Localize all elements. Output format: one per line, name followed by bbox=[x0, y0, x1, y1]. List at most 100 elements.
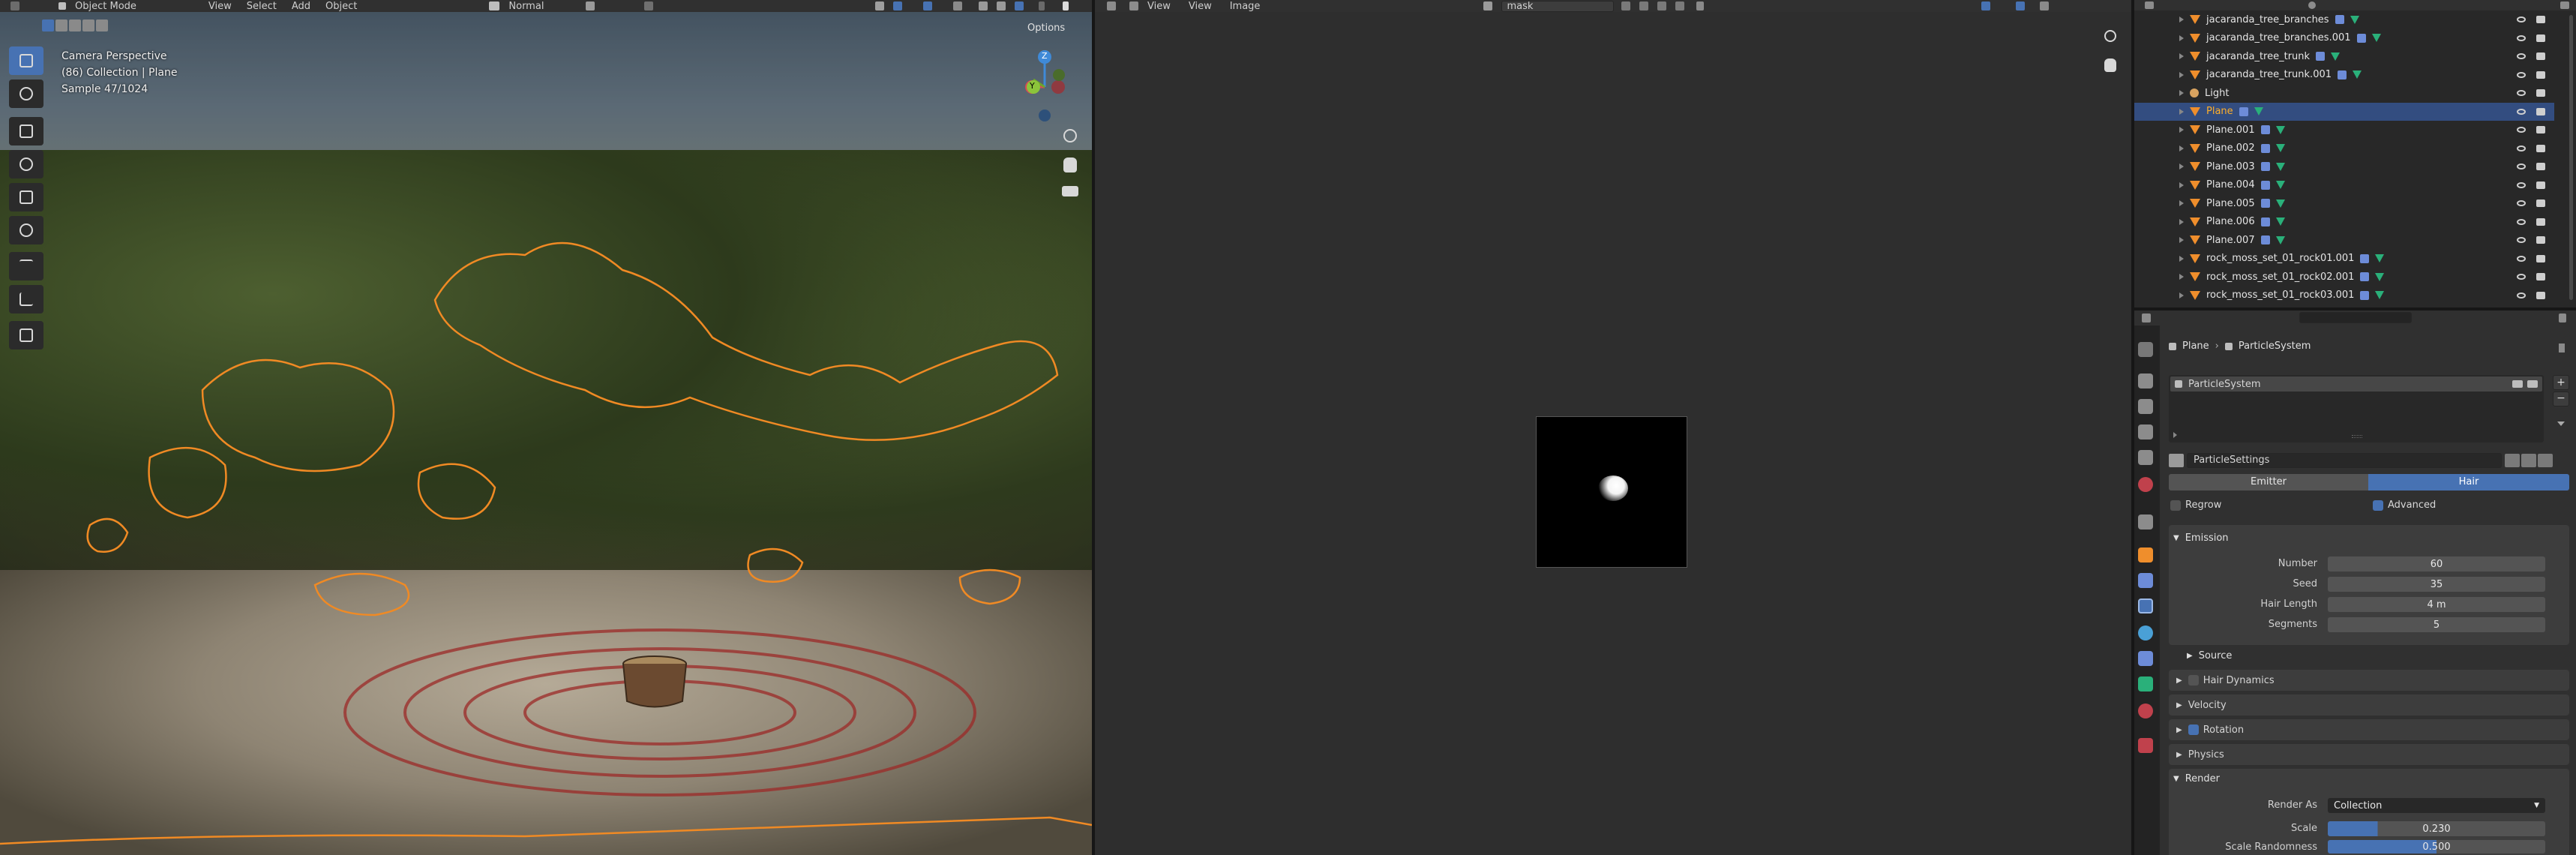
measure-tool[interactable] bbox=[9, 285, 43, 314]
render-camera-icon[interactable] bbox=[2536, 107, 2545, 116]
outliner-row[interactable]: jacaranda_tree_trunk bbox=[2134, 47, 2554, 66]
data-tab-icon[interactable] bbox=[2138, 676, 2153, 692]
visibility-eye-icon[interactable] bbox=[2517, 16, 2526, 23]
particles-tab-icon[interactable] bbox=[2138, 598, 2153, 614]
image-editor[interactable]: View View Image mask bbox=[1095, 0, 2131, 855]
expand-chevron-icon[interactable] bbox=[2179, 182, 2184, 188]
view-object-types-icon[interactable] bbox=[875, 2, 885, 10]
list-specials-icon[interactable] bbox=[2557, 422, 2565, 426]
render-panel-header[interactable]: ▼ Render bbox=[2173, 768, 2563, 789]
particle-settings-browse-icon[interactable] bbox=[2169, 454, 2184, 467]
select-subtract-icon[interactable] bbox=[69, 20, 81, 32]
unlink-settings-icon[interactable] bbox=[2538, 454, 2553, 467]
mesh-data-icon[interactable] bbox=[2375, 272, 2385, 281]
render-camera-icon[interactable] bbox=[2536, 70, 2545, 79]
visibility-eye-icon[interactable] bbox=[2517, 53, 2526, 60]
particle-settings-name-field[interactable]: ParticleSettings bbox=[2187, 453, 2502, 468]
modifier-icon[interactable] bbox=[2360, 254, 2370, 263]
modifier-icon[interactable] bbox=[2260, 217, 2270, 226]
mesh-data-icon[interactable] bbox=[2275, 218, 2285, 226]
select-invert-icon[interactable] bbox=[82, 20, 94, 32]
render-camera-icon[interactable] bbox=[2536, 89, 2545, 98]
open-image-icon[interactable] bbox=[1657, 2, 1667, 10]
hair-dynamics-panel[interactable]: ▶ Hair Dynamics bbox=[2169, 670, 2569, 691]
visibility-eye-icon[interactable] bbox=[2517, 200, 2526, 207]
type-tab-emitter[interactable]: Emitter bbox=[2169, 474, 2368, 490]
expand-chevron-icon[interactable] bbox=[2179, 218, 2184, 225]
image-pan-icon[interactable] bbox=[2104, 58, 2116, 72]
image-editor-type-icon[interactable] bbox=[1107, 2, 1116, 10]
shading-material-icon[interactable] bbox=[997, 2, 1006, 10]
outliner-row[interactable]: Plane bbox=[2134, 102, 2554, 121]
mesh-data-icon[interactable] bbox=[2353, 70, 2362, 80]
expand-chevron-icon[interactable] bbox=[2179, 274, 2184, 280]
cursor-tool[interactable] bbox=[9, 80, 43, 108]
modifier-icon[interactable] bbox=[2335, 15, 2344, 25]
outliner-row[interactable]: rock_moss_set_01_rock02.001 bbox=[2134, 268, 2554, 286]
object-tab-icon[interactable] bbox=[2138, 548, 2153, 562]
outliner-row[interactable]: Plane.005 bbox=[2134, 194, 2554, 213]
hair-dynamics-check-icon[interactable] bbox=[2188, 675, 2199, 686]
outliner-row[interactable]: jacaranda_tree_branches bbox=[2134, 10, 2554, 29]
expand-chevron-icon[interactable] bbox=[2179, 53, 2184, 60]
mask-image-canvas[interactable] bbox=[1536, 416, 1687, 568]
properties-search-field[interactable] bbox=[2299, 312, 2412, 323]
move-tool[interactable] bbox=[9, 117, 43, 146]
visibility-eye-icon[interactable] bbox=[2517, 71, 2526, 78]
regrow-checkbox[interactable]: Regrow bbox=[2170, 500, 2221, 511]
output-tab-icon[interactable] bbox=[2138, 399, 2153, 414]
texture-tab-icon[interactable] bbox=[2138, 738, 2153, 753]
mesh-data-icon[interactable] bbox=[2350, 15, 2359, 24]
visibility-eye-icon[interactable] bbox=[2517, 255, 2526, 262]
camera-view-icon[interactable] bbox=[1062, 186, 1078, 196]
add-particle-system-button[interactable]: + bbox=[2553, 375, 2569, 390]
expand-chevron-icon[interactable] bbox=[2179, 292, 2184, 298]
fake-user-icon[interactable] bbox=[1621, 2, 1631, 10]
shading-options-icon[interactable] bbox=[1039, 2, 1045, 10]
visibility-eye-icon[interactable] bbox=[2517, 292, 2526, 298]
render-camera-icon[interactable] bbox=[2536, 144, 2545, 152]
render-camera-icon[interactable] bbox=[2536, 126, 2545, 134]
image-browse-icon[interactable] bbox=[1483, 2, 1493, 10]
render-camera-icon[interactable] bbox=[2536, 273, 2545, 281]
overlay-toggle-icon[interactable] bbox=[923, 2, 933, 10]
image-overlay-icon[interactable] bbox=[2040, 2, 2050, 10]
rotation-check-icon[interactable] bbox=[2188, 724, 2199, 735]
mesh-data-icon[interactable] bbox=[2275, 236, 2285, 244]
constraints-tab-icon[interactable] bbox=[2138, 651, 2153, 666]
hair-length-field[interactable]: 4 m bbox=[2328, 597, 2545, 612]
add-cube-tool[interactable] bbox=[9, 321, 43, 350]
mesh-data-icon[interactable] bbox=[2275, 162, 2285, 171]
mode-selector[interactable]: Object Mode bbox=[75, 1, 136, 12]
render-camera-icon[interactable] bbox=[2536, 218, 2545, 226]
visibility-eye-icon[interactable] bbox=[2517, 145, 2526, 152]
3d-viewport[interactable]: Object Mode View Select Add Object Norma… bbox=[0, 0, 1092, 855]
material-tab-icon[interactable] bbox=[2138, 704, 2153, 718]
render-tab-icon[interactable] bbox=[2138, 374, 2153, 388]
breadcrumb-system[interactable]: ParticleSystem bbox=[2239, 340, 2311, 352]
regrow-check-icon[interactable] bbox=[2170, 500, 2181, 511]
scene-tab-icon[interactable] bbox=[2138, 450, 2153, 465]
modifier-icon[interactable] bbox=[2338, 70, 2347, 80]
visibility-eye-icon[interactable] bbox=[2517, 274, 2526, 280]
options-button[interactable]: Options bbox=[1027, 22, 1065, 34]
render-camera-icon[interactable] bbox=[2536, 52, 2545, 61]
list-resize-handle[interactable] bbox=[2352, 435, 2362, 438]
properties-type-icon[interactable] bbox=[2142, 314, 2151, 322]
outliner-row[interactable]: Plane.007 bbox=[2134, 231, 2554, 250]
visibility-eye-icon[interactable] bbox=[2517, 182, 2526, 188]
orientation-selector[interactable]: Normal bbox=[508, 1, 544, 12]
shading-solid-icon[interactable] bbox=[979, 2, 988, 10]
visibility-eye-icon[interactable] bbox=[2517, 108, 2526, 115]
editor-type-icon[interactable] bbox=[10, 2, 19, 10]
expand-chevron-icon[interactable] bbox=[2179, 237, 2184, 244]
new-image-icon[interactable] bbox=[1639, 2, 1649, 10]
expand-chevron-icon[interactable] bbox=[2179, 16, 2184, 23]
modifier-icon[interactable] bbox=[2356, 33, 2366, 43]
modifier-icon[interactable] bbox=[2260, 199, 2270, 208]
mesh-data-icon[interactable] bbox=[2375, 254, 2385, 263]
image-gizmo-icon[interactable] bbox=[2016, 2, 2026, 10]
tool-tab-icon[interactable] bbox=[2138, 342, 2153, 357]
pin-properties-icon[interactable] bbox=[2559, 344, 2565, 352]
view-layer-tab-icon[interactable] bbox=[2138, 424, 2153, 440]
